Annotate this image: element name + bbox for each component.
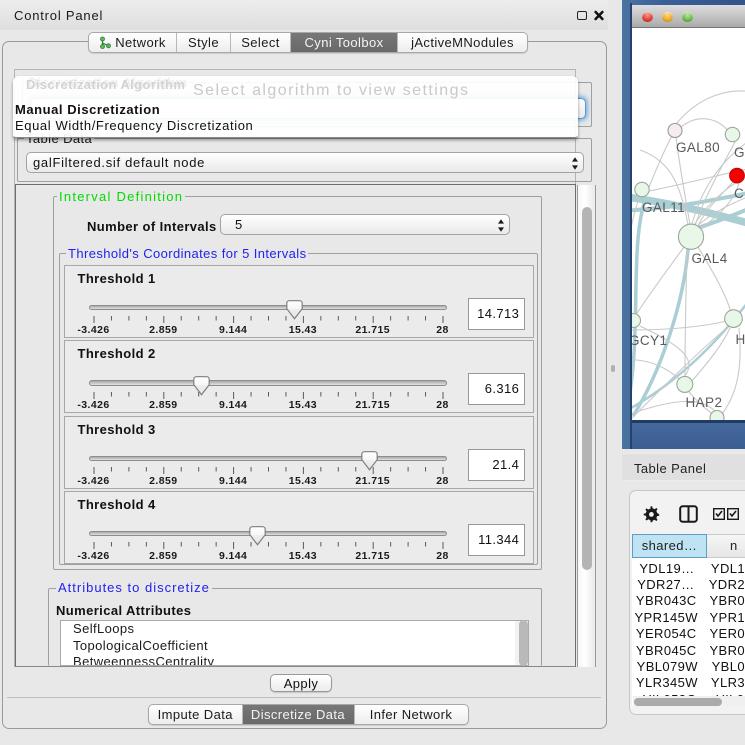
- svg-text:H: H: [736, 332, 745, 347]
- svg-text:GA: GA: [734, 145, 745, 160]
- svg-text:GCY1: GCY1: [632, 333, 667, 348]
- svg-text:GAL11: GAL11: [642, 200, 685, 215]
- svg-text:C: C: [734, 186, 744, 201]
- svg-text:GAL80: GAL80: [676, 140, 720, 155]
- svg-text:HAP2: HAP2: [686, 395, 723, 410]
- svg-text:GAL4: GAL4: [692, 251, 728, 266]
